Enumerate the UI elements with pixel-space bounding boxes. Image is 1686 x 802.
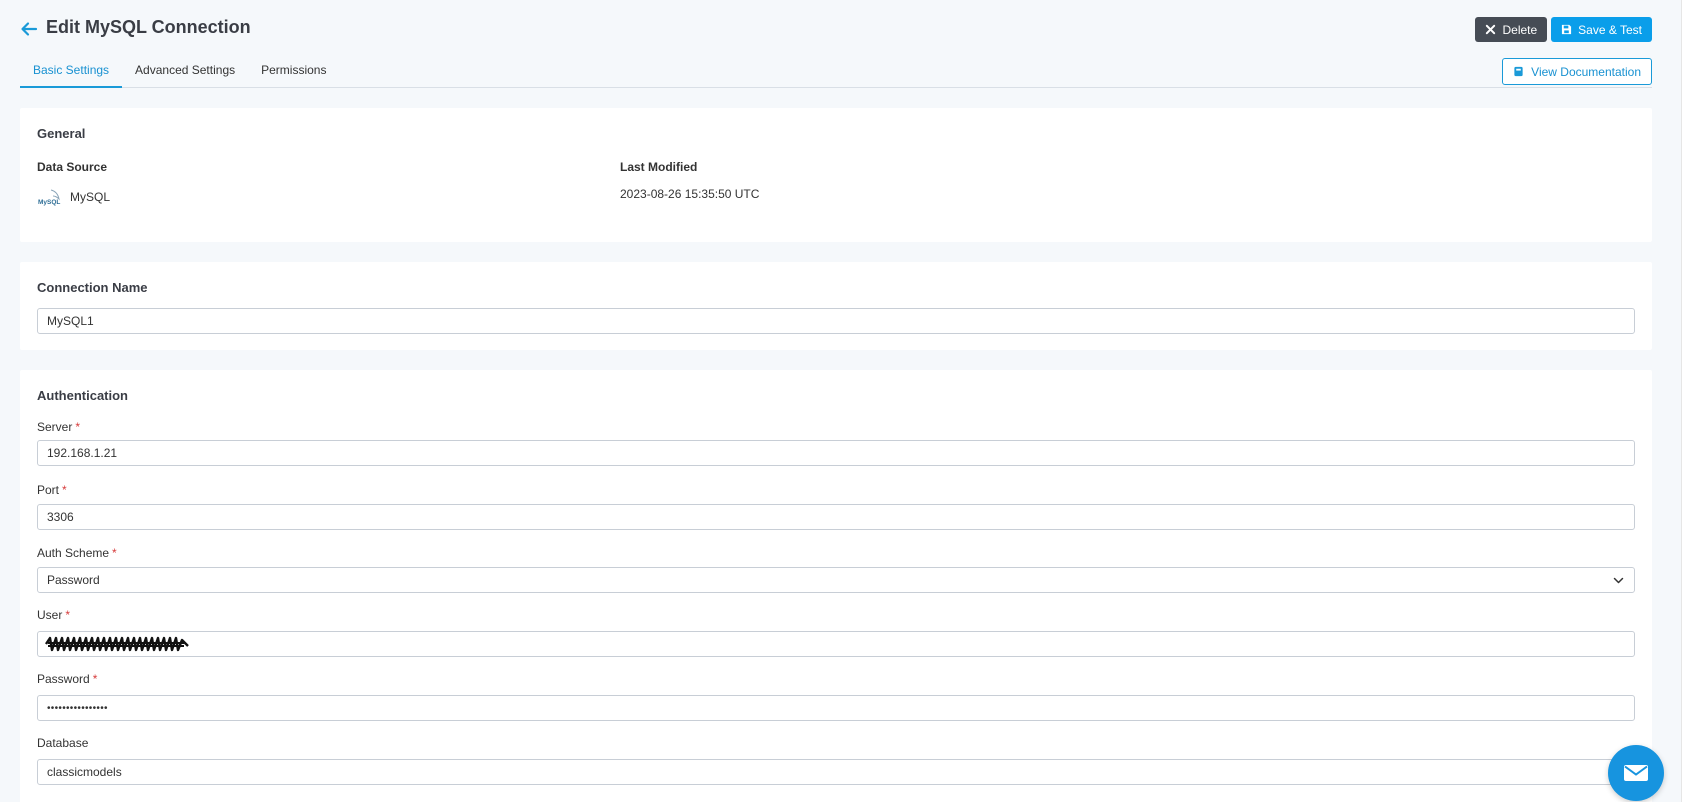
tab-advanced-settings[interactable]: Advanced Settings [122,58,248,88]
data-source-label: Data Source [37,160,108,174]
connection-name-title: Connection Name [37,280,148,295]
auth-scheme-select[interactable]: Password [37,567,1635,593]
general-card: General Data Source MySQL MySQL Last Mod… [20,108,1652,242]
chevron-down-icon [1613,577,1624,584]
port-input[interactable]: 3306 [37,504,1635,530]
view-documentation-button[interactable]: View Documentation [1502,58,1652,85]
page-header: Edit MySQL Connection Delete Save & Test [20,14,1652,54]
required-mark: * [92,672,98,686]
tab-basic-settings[interactable]: Basic Settings [20,58,123,88]
save-icon [1562,24,1572,35]
password-label-text: Password [37,672,90,686]
save-test-button[interactable]: Save & Test [1551,17,1652,42]
user-label-text: User [37,608,63,622]
general-title: General [37,126,86,141]
book-icon [1514,66,1523,77]
authentication-card: Authentication Server * 192.168.1.21 Port… [20,370,1652,802]
database-value: classicmodels [47,765,122,779]
database-input[interactable]: classicmodels [37,759,1635,785]
port-label: Port * [37,483,67,497]
database-label: Database [37,736,88,750]
data-source-value: MySQL [70,190,111,204]
password-value: •••••••••••••••• [47,702,108,714]
password-input[interactable]: •••••••••••••••• [37,695,1635,721]
server-input[interactable]: 192.168.1.21 [37,440,1635,466]
last-modified-label: Last Modified [620,160,698,174]
user-input[interactable] [37,631,1635,657]
auth-scheme-value: Password [47,573,100,587]
back-arrow-icon[interactable] [20,20,38,38]
last-modified-value: 2023-08-26 15:35:50 UTC [620,187,760,201]
port-value: 3306 [47,510,74,524]
view-documentation-label: View Documentation [1531,64,1641,79]
connection-name-input[interactable]: MySQL1 [37,308,1635,334]
connection-name-value: MySQL1 [47,314,94,328]
delete-button[interactable]: Delete [1475,17,1548,42]
svg-text:MySQL: MySQL [38,199,60,206]
page-scrollbar[interactable] [1681,0,1686,802]
required-mark: * [75,420,81,434]
user-label: User * [37,608,70,622]
port-label-text: Port [37,483,60,497]
contact-support-button[interactable] [1608,745,1664,801]
authentication-title: Authentication [37,388,128,403]
save-test-button-label: Save & Test [1578,22,1642,37]
password-label: Password * [37,672,97,686]
mysql-logo-icon: MySQL [38,189,60,206]
required-mark: * [112,546,117,560]
auth-scheme-label: Auth Scheme * [37,546,117,560]
tab-permissions[interactable]: Permissions [248,58,339,88]
server-label: Server * [37,420,80,434]
required-mark: * [62,483,67,497]
header-actions: Delete Save & Test [1475,17,1652,42]
auth-scheme-label-text: Auth Scheme [37,546,110,560]
required-mark: * [65,608,71,622]
mail-icon [1624,765,1648,781]
redaction-scribble [45,636,189,652]
connection-name-card: Connection Name MySQL1 [20,262,1652,350]
page-title: Edit MySQL Connection [46,17,251,37]
tab-bar: Basic Settings Advanced Settings Permiss… [20,58,1652,88]
delete-button-label: Delete [1502,22,1538,37]
database-label-text: Database [37,736,89,750]
close-icon [1486,24,1496,35]
server-label-text: Server [37,420,73,434]
server-value: 192.168.1.21 [47,446,118,460]
